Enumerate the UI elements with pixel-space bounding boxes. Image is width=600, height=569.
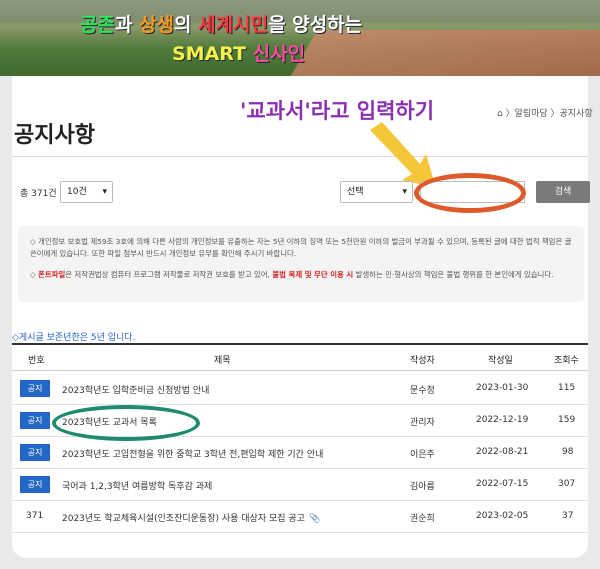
notice-highlight: 폰트파일 <box>38 270 66 279</box>
banner-word: 세계시민 <box>198 14 269 36</box>
row-date: 2022-07-15 <box>476 479 529 489</box>
search-field-select[interactable]: 선택 ▾ <box>340 181 413 203</box>
row-author: 관리자 <box>410 418 435 428</box>
banner-slogan-line2: SMART 신사인 <box>172 39 305 66</box>
row-title-link[interactable]: 2023학년도 고입전형을 위한 중학교 3학년 전,편입학 제한 기간 안내 <box>62 447 323 460</box>
banner-slogan-line1: 공존과 상생의 세계시민을 양성하는 <box>80 10 362 37</box>
header-title: 제목 <box>214 356 231 366</box>
attachment-icon: 📎 <box>308 514 321 524</box>
row-title-link[interactable]: 국어과 1,2,3학년 여름방학 독후감 과제 <box>62 479 212 492</box>
row-author: 김아름 <box>410 482 435 492</box>
notice-prefix: ◇ <box>30 270 39 279</box>
breadcrumb[interactable]: ⌂ 〉알림마당 〉공지사항 <box>497 106 593 119</box>
table-row[interactable]: 공지 2023학년도 입학준비금 신청방법 안내 문수정 2023-01-30 … <box>12 373 588 405</box>
rows-per-page-select[interactable]: 10건 ▾ <box>60 181 113 203</box>
page-title: 공지사항 <box>14 123 95 148</box>
header-number: 번호 <box>28 356 45 366</box>
textbook-row-highlight-circle <box>52 405 200 441</box>
row-date: 2022-12-19 <box>476 415 529 425</box>
banner-word: 의 <box>174 14 199 36</box>
notice-badge: 공지 <box>20 476 50 493</box>
banner-word: 상생 <box>139 14 175 36</box>
row-date: 2023-02-05 <box>476 511 529 521</box>
row-author: 이은주 <box>410 450 435 460</box>
banner-word: 과 <box>114 14 140 36</box>
privacy-notice-text: ◇ 개인정보 보호법 제59조 3호에 의해 다른 사람의 개인정보를 유출하는… <box>30 237 572 258</box>
banner-word: 신사인 <box>252 43 306 65</box>
notice-text: 은 저작권법상 컴퓨터 프로그램 저작물로 저작권 보호를 받고 있어, <box>65 270 273 279</box>
notice-badge: 공지 <box>20 444 50 461</box>
notice-highlight: 불법 복제 및 무단 이용 시 <box>272 270 354 279</box>
chevron-down-icon: ▾ <box>102 187 107 197</box>
rows-per-page-value: 10건 <box>67 187 87 197</box>
banner-word: 공존 <box>80 14 115 36</box>
row-views: 159 <box>558 415 576 425</box>
school-banner: 공존과 상생의 세계시민을 양성하는 SMART 신사인 <box>0 0 600 76</box>
chevron-down-icon: ▾ <box>402 187 407 197</box>
notice-badge: 공지 <box>20 380 50 397</box>
search-input-highlight-circle <box>414 173 526 213</box>
search-button[interactable]: 검색 <box>536 181 590 203</box>
row-title-text: 2023년도 학교체육시설(인조잔디운동장) 사용 대상자 모집 공고 <box>62 514 305 524</box>
title-divider <box>12 156 588 157</box>
table-header: 번호 제목 작성자 작성일 조회수 <box>12 343 588 371</box>
font-copyright-notice: ◇ 폰트파일은 저작권법상 컴퓨터 프로그램 저작물로 저작권 보호를 받고 있… <box>30 269 578 281</box>
table-row[interactable]: 공지 국어과 1,2,3학년 여름방학 독후감 과제 김아름 2022-07-1… <box>12 469 588 501</box>
search-field-value: 선택 <box>347 187 364 197</box>
banner-word: 을 양성하는 <box>268 14 363 36</box>
privacy-notice-box: ◇ 개인정보 보호법 제59조 3호에 의해 다른 사람의 개인정보를 유출하는… <box>18 226 584 302</box>
banner-word: SMART <box>172 43 253 65</box>
header-views: 조회수 <box>554 356 579 366</box>
row-views: 98 <box>562 447 574 457</box>
header-date: 작성일 <box>488 356 513 366</box>
row-number: 371 <box>26 511 44 521</box>
table-row[interactable]: 공지 2023학년도 고입전형을 위한 중학교 3학년 전,편입학 제한 기간 … <box>12 437 588 469</box>
row-views: 37 <box>562 511 574 521</box>
header-author: 작성자 <box>410 356 435 366</box>
total-count: 총 371건 <box>20 189 57 199</box>
row-views: 115 <box>558 383 576 393</box>
row-author: 권순희 <box>410 514 435 524</box>
row-views: 307 <box>558 479 576 489</box>
notice-text: 발생하는 민·형사상의 책임은 불법 행위를 한 본인에게 있습니다. <box>353 270 554 279</box>
row-title-link[interactable]: 2023학년도 입학준비금 신청방법 안내 <box>62 383 209 396</box>
row-author: 문수정 <box>410 386 435 396</box>
row-date: 2023-01-30 <box>476 383 529 393</box>
retention-notice: ◇게시글 보존년한은 5년 입니다. <box>12 333 136 343</box>
row-date: 2022-08-21 <box>476 447 529 457</box>
notice-badge: 공지 <box>20 412 50 429</box>
row-title-link[interactable]: 2023년도 학교체육시설(인조잔디운동장) 사용 대상자 모집 공고 📎 <box>62 511 320 524</box>
table-row[interactable]: 371 2023년도 학교체육시설(인조잔디운동장) 사용 대상자 모집 공고 📎… <box>12 501 588 533</box>
